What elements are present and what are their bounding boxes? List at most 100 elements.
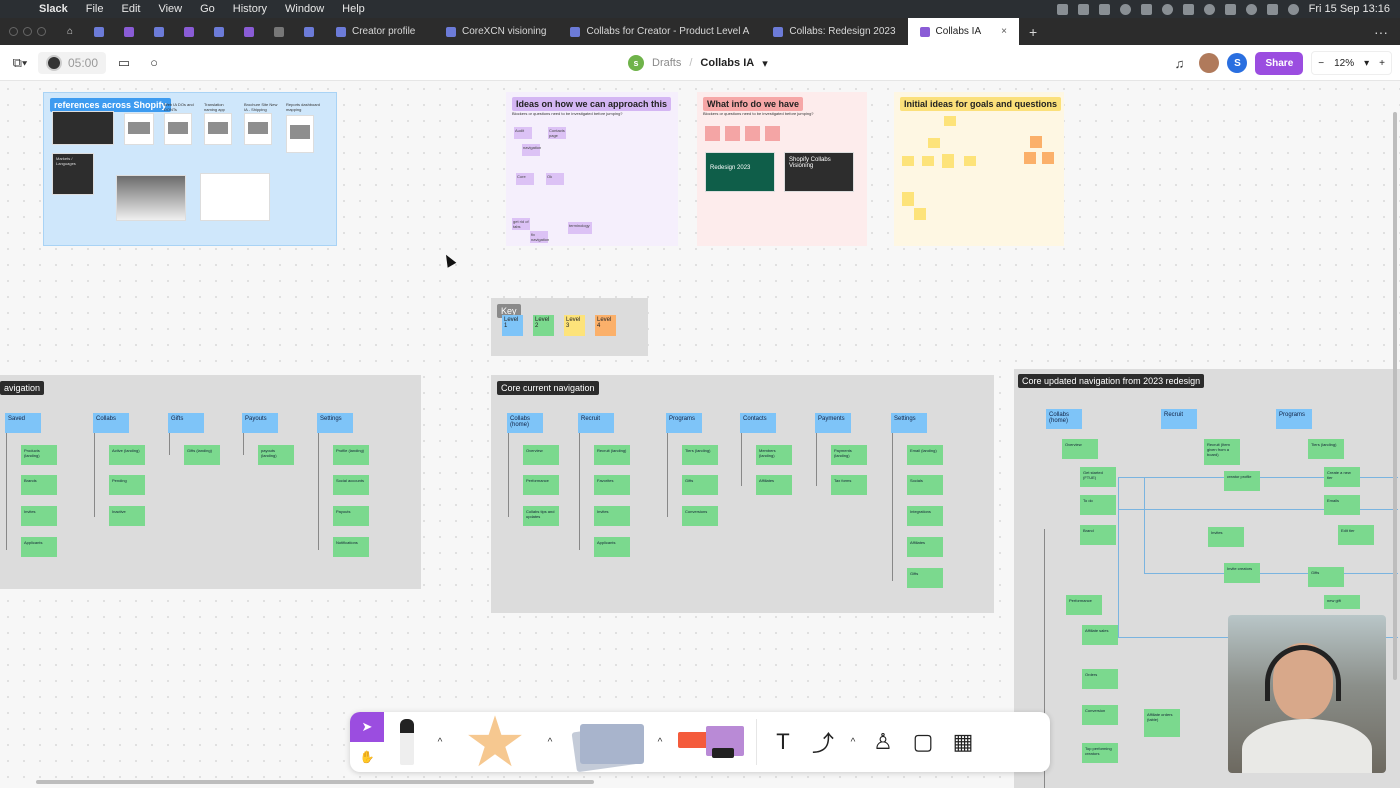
hand-tool-icon[interactable]: ✋ bbox=[350, 742, 384, 772]
nav-item-level-3[interactable]: Get started (FTUE) bbox=[1080, 467, 1116, 487]
tab-collabs-redesign[interactable]: Collabs: Redesign 2023 bbox=[761, 18, 907, 45]
menu-view[interactable]: View bbox=[149, 3, 191, 15]
goal-sticky[interactable] bbox=[944, 116, 956, 126]
bluetooth-icon[interactable] bbox=[1182, 3, 1194, 15]
nav-item[interactable]: Affiliates bbox=[756, 475, 792, 495]
menu-app-name[interactable]: Slack bbox=[30, 3, 77, 15]
menu-help[interactable]: Help bbox=[333, 3, 374, 15]
zoom-level[interactable]: 12% bbox=[1334, 58, 1354, 69]
nav-item-level-3[interactable]: Emails bbox=[1324, 495, 1360, 515]
nav-item-level-3[interactable]: Invite creators bbox=[1224, 563, 1260, 583]
control-center-icon[interactable] bbox=[1266, 3, 1278, 15]
nav-item[interactable]: Gifts bbox=[907, 568, 943, 588]
headphones-icon[interactable]: ♫ bbox=[1167, 51, 1191, 75]
nav-item[interactable]: Active (landing) bbox=[109, 445, 145, 465]
nav-item[interactable]: Overview bbox=[1062, 439, 1098, 459]
frame-core-nav[interactable]: Core current navigation Collabs (home) O… bbox=[491, 375, 994, 613]
chevron-up-icon[interactable]: ^ bbox=[430, 737, 450, 748]
chevron-up-icon[interactable]: ^ bbox=[650, 737, 670, 748]
close-window-icon[interactable] bbox=[9, 27, 18, 36]
pinned-tab[interactable] bbox=[144, 18, 174, 45]
layout-panel-icon[interactable]: ▭ bbox=[112, 51, 136, 75]
move-tool-icon[interactable]: ➤ bbox=[350, 712, 384, 742]
nav-item[interactable]: Recruit (Item given from a board) bbox=[1204, 439, 1240, 465]
nav-item[interactable]: Conversions bbox=[682, 506, 718, 526]
nav-item[interactable]: Profile (landing) bbox=[333, 445, 369, 465]
nav-item[interactable]: Socials bbox=[907, 475, 943, 495]
nav-item-level-3[interactable]: Top performing creators bbox=[1082, 743, 1118, 763]
nav-item[interactable]: Recruit (landing) bbox=[594, 445, 630, 465]
new-tab-button[interactable]: + bbox=[1019, 18, 1047, 45]
nav-column-head[interactable]: Payouts bbox=[242, 413, 278, 433]
nav-item[interactable]: Applicants bbox=[594, 537, 630, 557]
legend-key[interactable]: Key Level 1 Level 2 Level 3 Level 4 bbox=[491, 298, 648, 356]
figjam-canvas[interactable]: references across Shopify Web IA DOs and… bbox=[0, 81, 1400, 788]
stamp-tool-icon[interactable]: ♙ bbox=[863, 722, 903, 762]
tab-creator-profile[interactable]: Creator profile bbox=[324, 18, 434, 45]
pinned-tab[interactable] bbox=[84, 18, 114, 45]
nav-column-head[interactable]: Recruit bbox=[1161, 409, 1197, 429]
marker-tool-icon[interactable] bbox=[400, 719, 414, 765]
nav-column-head[interactable]: Settings bbox=[891, 413, 927, 433]
nav-item-level-3[interactable]: creator profile bbox=[1224, 471, 1260, 491]
goal-sticky[interactable] bbox=[914, 208, 926, 220]
shape-tool-icon[interactable]: ★ bbox=[450, 707, 540, 777]
nav-item[interactable]: Products (landing) bbox=[21, 445, 57, 465]
nav-item[interactable]: Performance bbox=[1066, 595, 1102, 615]
nav-item[interactable]: Integrations bbox=[907, 506, 943, 526]
nav-item[interactable]: Brands bbox=[21, 475, 57, 495]
nav-item[interactable]: Payments (landing) bbox=[831, 445, 867, 465]
nav-item[interactable]: Notifications bbox=[333, 537, 369, 557]
horizontal-scrollbar[interactable] bbox=[36, 780, 594, 784]
pinned-tab[interactable] bbox=[264, 18, 294, 45]
goal-sticky[interactable] bbox=[902, 156, 914, 166]
nav-column-head[interactable]: Collabs (home) bbox=[1046, 409, 1082, 429]
nav-column-head[interactable]: Programs bbox=[1276, 409, 1312, 429]
connector-tool-icon[interactable]: ⤴ bbox=[803, 722, 843, 762]
nav-item-level-3[interactable]: Create a new tier bbox=[1324, 467, 1360, 487]
avatar[interactable] bbox=[1199, 53, 1220, 73]
info-sticky[interactable] bbox=[765, 126, 780, 141]
info-sticky[interactable] bbox=[705, 126, 720, 141]
idea-sticky[interactable]: Ok bbox=[546, 173, 564, 185]
avatar-initial[interactable]: S bbox=[1227, 53, 1248, 73]
vertical-scrollbar[interactable] bbox=[1393, 112, 1397, 680]
nav-item[interactable]: payouts (landing) bbox=[258, 445, 294, 465]
cloud-icon[interactable] bbox=[1140, 3, 1152, 15]
nav-item[interactable]: Collabs tips and updates bbox=[523, 506, 559, 526]
nav-item[interactable]: Performance bbox=[523, 475, 559, 495]
idea-sticky[interactable]: Audit bbox=[514, 127, 532, 139]
nav-item[interactable]: Invites bbox=[1208, 527, 1244, 547]
goal-sticky[interactable] bbox=[1042, 152, 1054, 164]
more-tabs-icon[interactable]: ··· bbox=[1362, 18, 1400, 45]
nav-item[interactable]: Tax forms bbox=[831, 475, 867, 495]
headphones-icon[interactable] bbox=[1161, 3, 1173, 15]
idea-sticky[interactable]: Core bbox=[516, 173, 534, 185]
nav-item-level-3[interactable]: new gift bbox=[1324, 595, 1360, 609]
nav-column-head[interactable]: Recruit bbox=[578, 413, 614, 433]
nav-item[interactable]: Inactive bbox=[109, 506, 145, 526]
nav-column-head[interactable]: Collabs (home) bbox=[507, 413, 543, 433]
zoom-in-button[interactable]: + bbox=[1379, 58, 1385, 69]
stickers-tool-icon[interactable] bbox=[670, 718, 750, 766]
section-tool-icon[interactable]: ▢ bbox=[903, 722, 943, 762]
goal-sticky[interactable] bbox=[942, 154, 954, 168]
frame-references[interactable]: references across Shopify Web IA DOs and… bbox=[43, 92, 337, 246]
pinned-tab[interactable] bbox=[294, 18, 324, 45]
frame-info[interactable]: What info do we have Blockers or questio… bbox=[697, 92, 867, 246]
chevron-up-icon[interactable]: ^ bbox=[540, 737, 560, 748]
pinned-tab[interactable] bbox=[114, 18, 144, 45]
nav-column-head[interactable]: Settings bbox=[317, 413, 353, 433]
pinned-tab[interactable] bbox=[204, 18, 234, 45]
text-tool-icon[interactable]: T bbox=[763, 722, 803, 762]
nav-item[interactable]: Gifts bbox=[1308, 567, 1344, 587]
chevron-down-icon[interactable]: ▾ bbox=[762, 57, 768, 70]
nav-item[interactable]: Gifts (landing) bbox=[184, 445, 220, 465]
goal-sticky[interactable] bbox=[902, 192, 914, 206]
nav-item[interactable]: Members (landing) bbox=[756, 445, 792, 465]
nav-item[interactable]: Payouts bbox=[333, 506, 369, 526]
nav-item[interactable]: Invites bbox=[594, 506, 630, 526]
nav-column-head[interactable]: Collabs bbox=[93, 413, 129, 433]
menu-edit[interactable]: Edit bbox=[112, 3, 149, 15]
nav-column-head[interactable]: Saved bbox=[5, 413, 41, 433]
